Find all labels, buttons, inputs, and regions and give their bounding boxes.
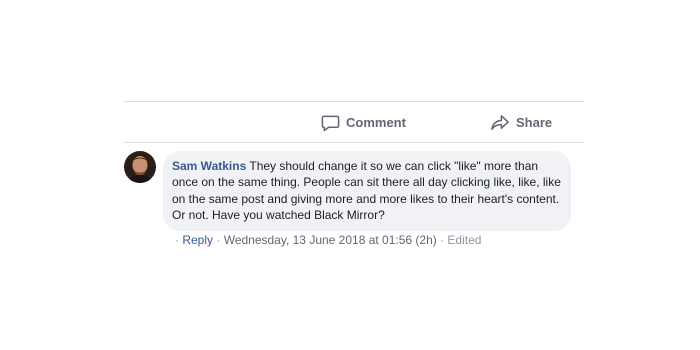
avatar-image: [124, 151, 156, 183]
edited-label[interactable]: Edited: [447, 233, 481, 247]
avatar[interactable]: [124, 151, 156, 183]
comment-timestamp[interactable]: Wednesday, 13 June 2018 at 01:56 (2h): [224, 233, 437, 247]
meta-separator: ·: [436, 233, 448, 247]
comment-button-label: Comment: [346, 114, 406, 130]
meta-separator: ·: [213, 233, 224, 247]
share-icon: [491, 114, 509, 130]
share-button[interactable]: Share: [490, 102, 552, 142]
comment-icon: [321, 115, 340, 131]
comment-bubble: Sam Watkins They should change it so we …: [163, 151, 571, 232]
comment-author[interactable]: Sam Watkins: [172, 159, 246, 173]
share-button-label: Share: [516, 114, 553, 130]
comment-meta: · Reply · Wednesday, 13 June 2018 at 01:…: [175, 233, 481, 247]
comment-button[interactable]: Comment: [321, 102, 406, 142]
post-action-bar: Comment Share: [124, 101, 584, 143]
reply-link[interactable]: Reply: [182, 233, 213, 247]
